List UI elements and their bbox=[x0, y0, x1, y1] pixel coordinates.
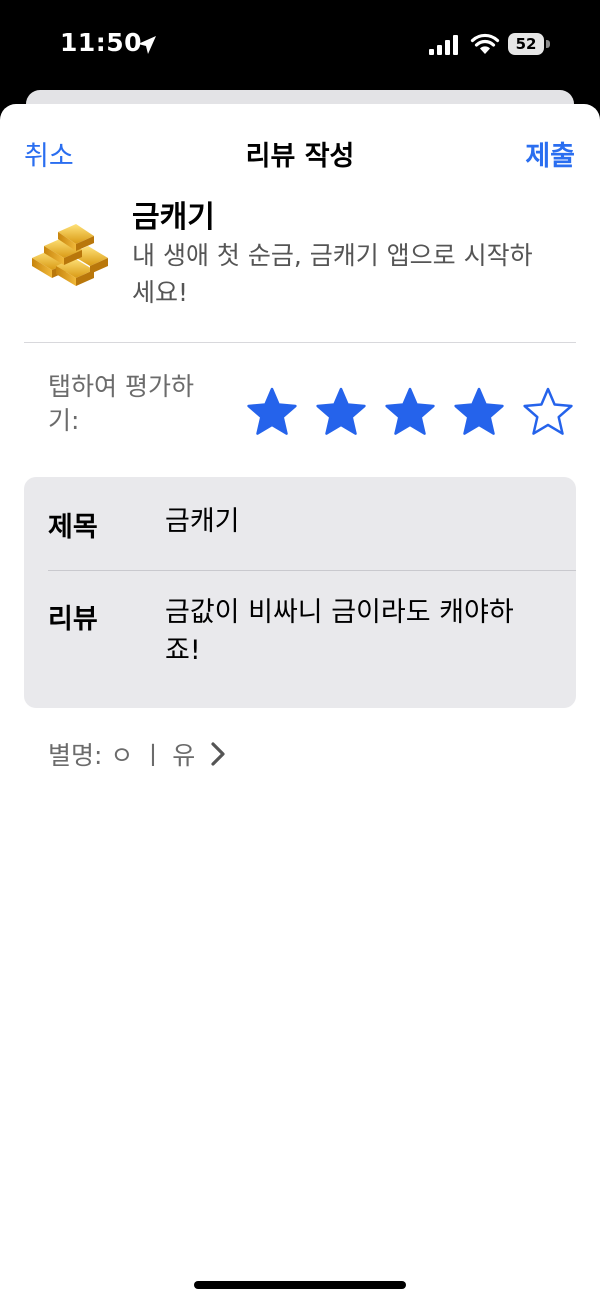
app-name: 금캐기 bbox=[132, 200, 215, 235]
review-field[interactable]: 금값이 비싸니 금이라도 캐야하죠! bbox=[165, 594, 545, 670]
star-icon-1[interactable] bbox=[246, 386, 298, 438]
home-indicator[interactable] bbox=[194, 1281, 406, 1289]
form-divider bbox=[48, 570, 576, 571]
review-form: 제목 금캐기 리뷰 금값이 비싸니 금이라도 캐야하죠! bbox=[24, 477, 576, 708]
status-time: 11:50 bbox=[60, 28, 143, 57]
nickname-row[interactable]: 별명: ㅇ ㅣ 유 bbox=[48, 736, 195, 772]
page-title: 리뷰 작성 bbox=[245, 141, 355, 172]
cellular-signal-icon bbox=[429, 35, 458, 55]
divider bbox=[24, 342, 576, 343]
star-icon-3[interactable] bbox=[384, 386, 436, 438]
app-subtitle: 내 생애 첫 순금, 금캐기 앱으로 시작하세요! bbox=[132, 241, 533, 307]
star-icon-2[interactable] bbox=[315, 386, 367, 438]
rating-label: 탭하여 평가하기: bbox=[48, 372, 194, 435]
review-sheet: 취소 리뷰 작성 제출 금캐기 내 생애 첫 순금, 금캐기 앱으로 시작하세요… bbox=[0, 104, 600, 1301]
review-label: 리뷰 bbox=[48, 604, 98, 635]
star-icon-4[interactable] bbox=[453, 386, 505, 438]
submit-button[interactable]: 제출 bbox=[525, 134, 575, 173]
status-bar: 11:50 52 bbox=[0, 0, 600, 90]
battery-icon: 52 bbox=[508, 33, 552, 57]
battery-level: 52 bbox=[508, 33, 544, 55]
star-icon-5[interactable] bbox=[522, 386, 574, 438]
title-label: 제목 bbox=[48, 512, 98, 543]
chevron-right-icon[interactable] bbox=[208, 740, 228, 768]
star-rating[interactable] bbox=[246, 386, 576, 438]
title-field[interactable]: 금캐기 bbox=[165, 503, 545, 541]
gold-bars-icon bbox=[32, 224, 108, 286]
wifi-icon bbox=[470, 33, 500, 54]
location-arrow-icon bbox=[138, 36, 156, 54]
